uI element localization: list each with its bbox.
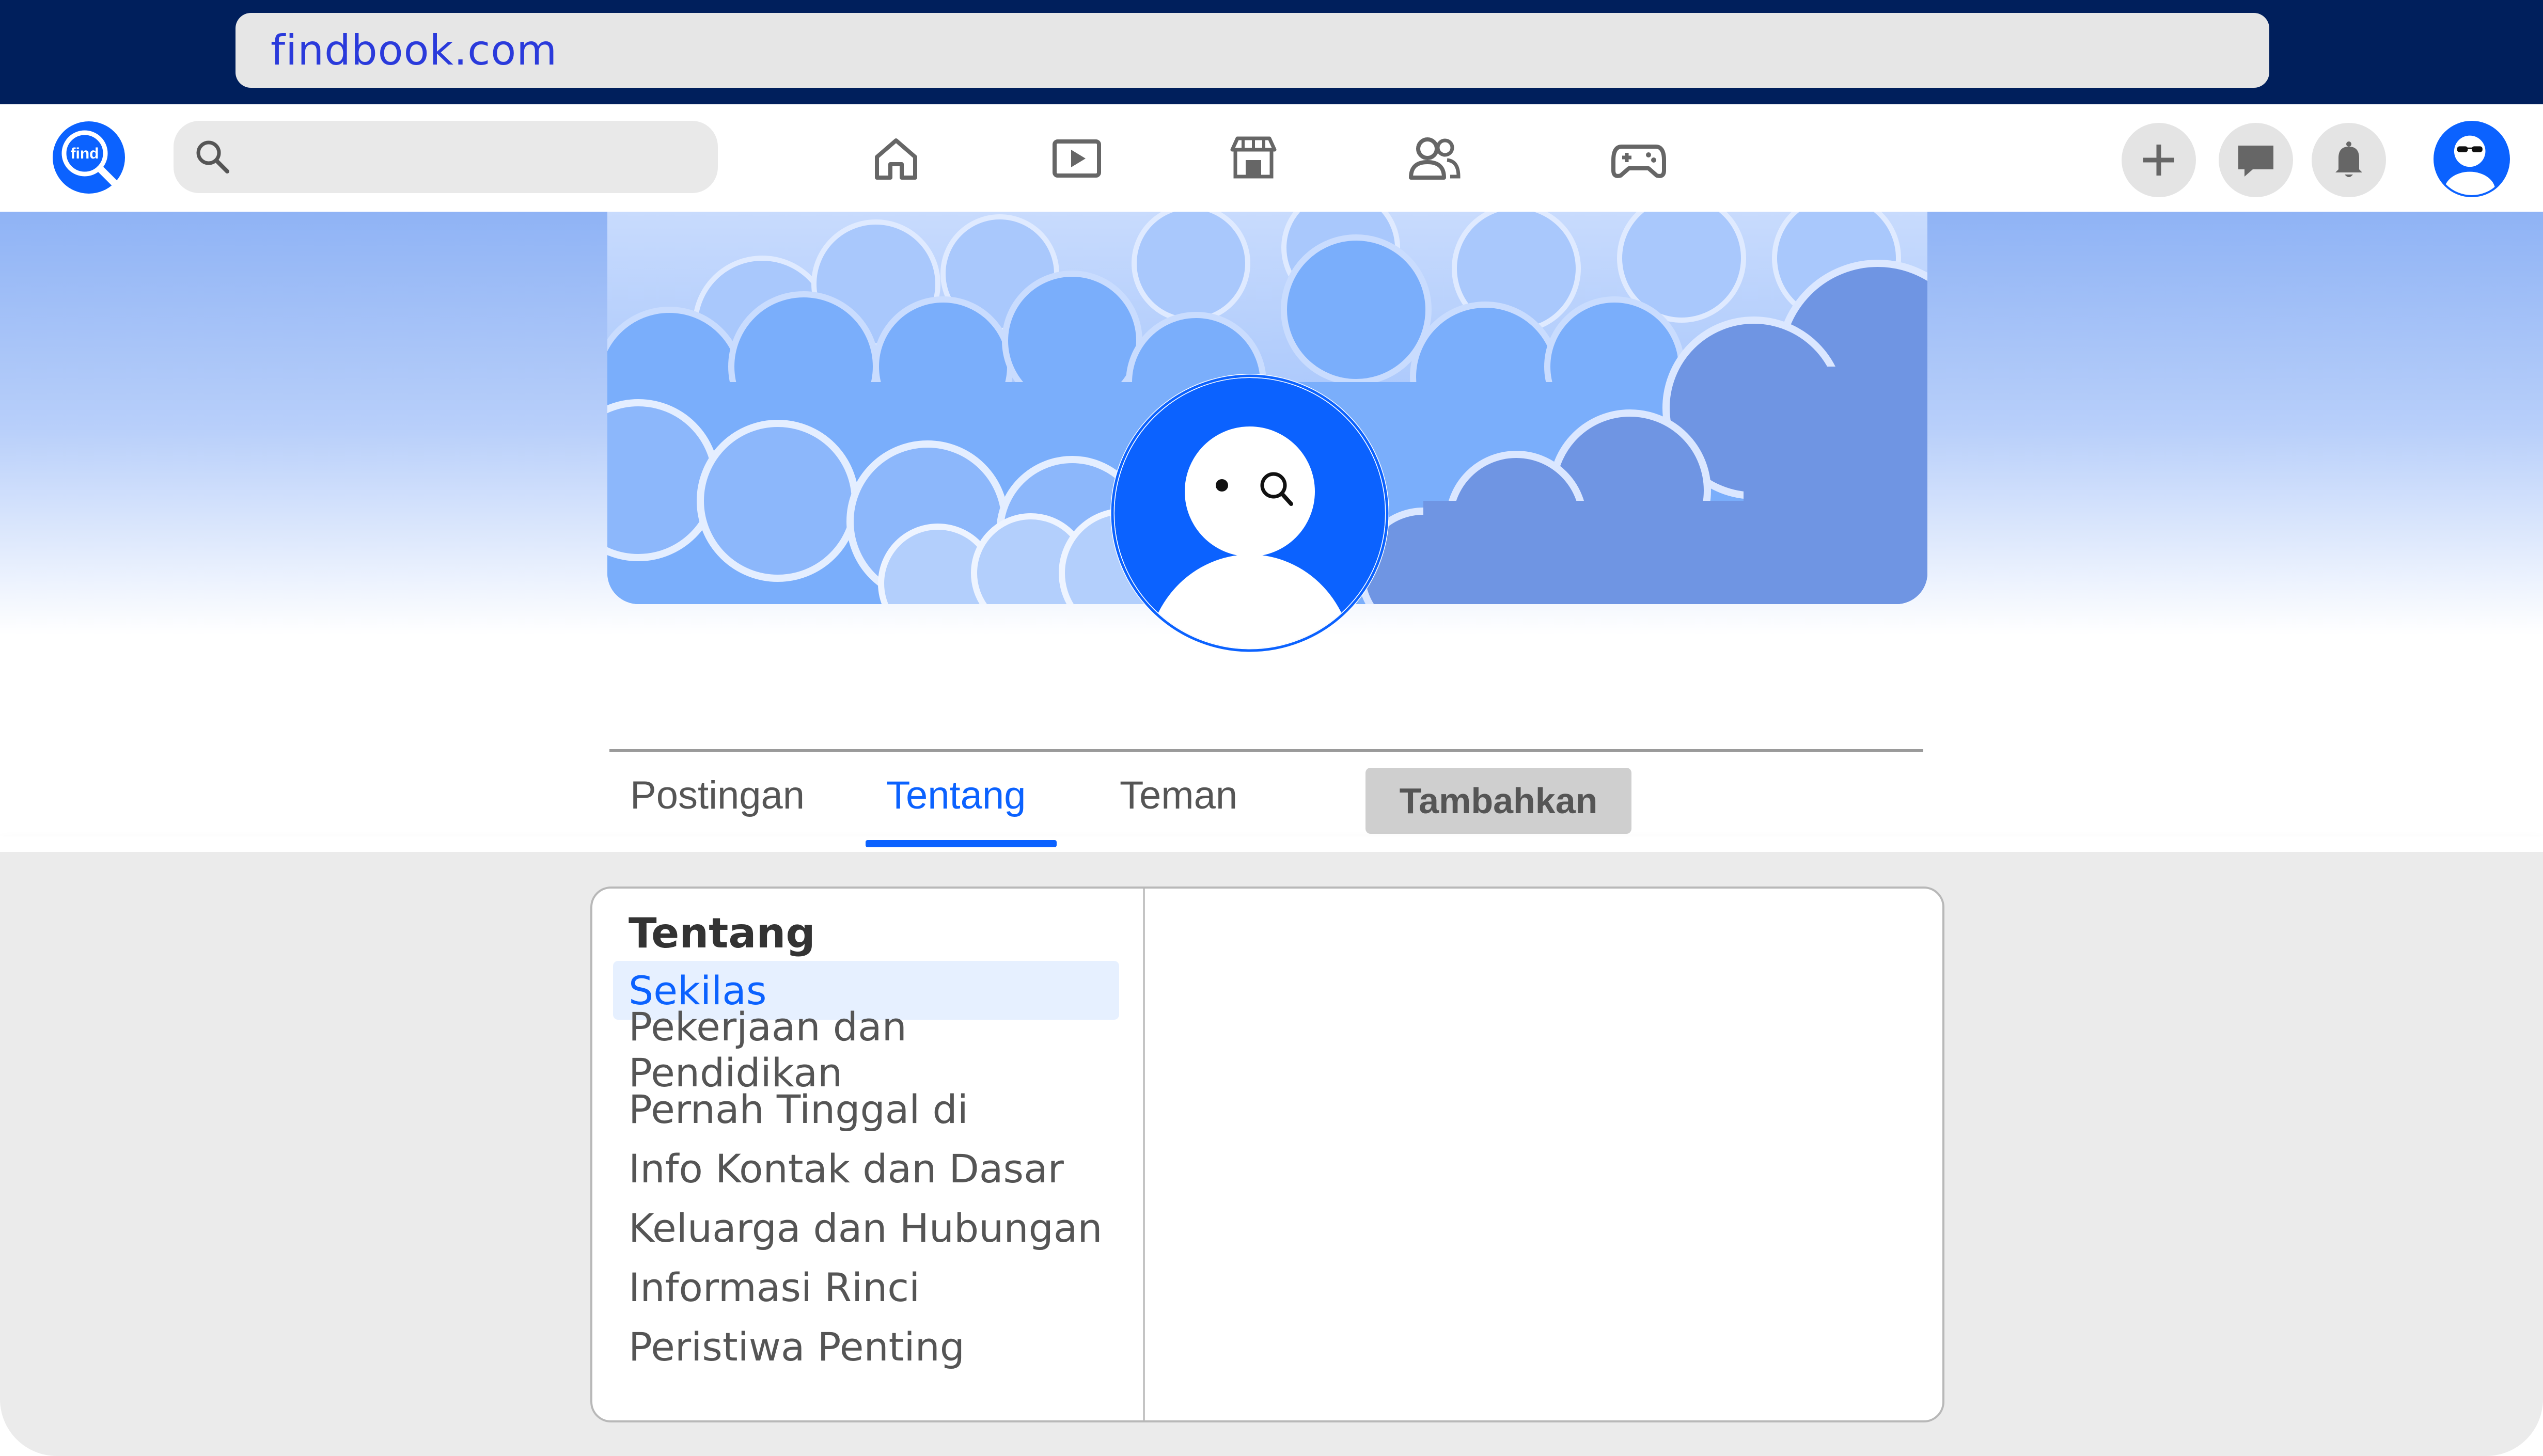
header-shadow <box>0 836 2543 852</box>
logo-text: find <box>71 145 99 162</box>
marketplace-icon[interactable] <box>1225 130 1282 187</box>
card-divider <box>1143 889 1145 1420</box>
about-item-peristiwa-penting[interactable]: Peristiwa Penting <box>613 1317 1119 1376</box>
add-button[interactable]: Tambahkan <box>1365 768 1631 834</box>
about-title: Tentang <box>629 909 815 957</box>
about-menu: Sekilas Pekerjaan dan Pendidikan Pernah … <box>613 961 1119 1376</box>
tab-tentang[interactable]: Tentang <box>886 764 1026 826</box>
tab-postingan[interactable]: Postingan <box>630 764 805 826</box>
browser-toolbar: findbook.com <box>0 0 2543 104</box>
about-card: Tentang Sekilas Pekerjaan dan Pendidikan… <box>590 887 1944 1422</box>
notifications-button[interactable] <box>2312 123 2386 197</box>
notification-icon <box>2335 141 2362 177</box>
about-item-informasi-rinci[interactable]: Informasi Rinci <box>613 1258 1119 1317</box>
create-button[interactable] <box>2122 123 2196 197</box>
home-icon[interactable] <box>868 130 924 187</box>
address-bar[interactable]: findbook.com <box>236 13 2269 88</box>
search-icon <box>196 140 229 173</box>
messenger-icon <box>2238 146 2273 177</box>
site-navbar: find <box>0 104 2543 212</box>
gaming-icon[interactable] <box>1610 130 1667 187</box>
account-avatar[interactable] <box>2434 121 2510 197</box>
about-item-keluarga-hubungan[interactable]: Keluarga dan Hubungan <box>613 1198 1119 1257</box>
profile-picture[interactable] <box>1110 374 1389 653</box>
video-icon[interactable] <box>1048 130 1105 187</box>
findbook-logo[interactable]: find <box>53 121 125 194</box>
search-input[interactable] <box>174 121 718 193</box>
about-item-pekerjaan-pendidikan[interactable]: Pekerjaan dan Pendidikan <box>613 1004 1119 1096</box>
friends-icon[interactable] <box>1406 130 1463 187</box>
user-avatar-icon <box>2444 135 2495 195</box>
url-text[interactable]: findbook.com <box>271 26 557 74</box>
about-item-info-kontak[interactable]: Info Kontak dan Dasar <box>613 1139 1119 1198</box>
tabs-divider <box>609 749 1923 752</box>
messenger-button[interactable] <box>2219 123 2293 197</box>
tab-teman[interactable]: Teman <box>1120 764 1237 826</box>
add-icon <box>2143 145 2174 176</box>
